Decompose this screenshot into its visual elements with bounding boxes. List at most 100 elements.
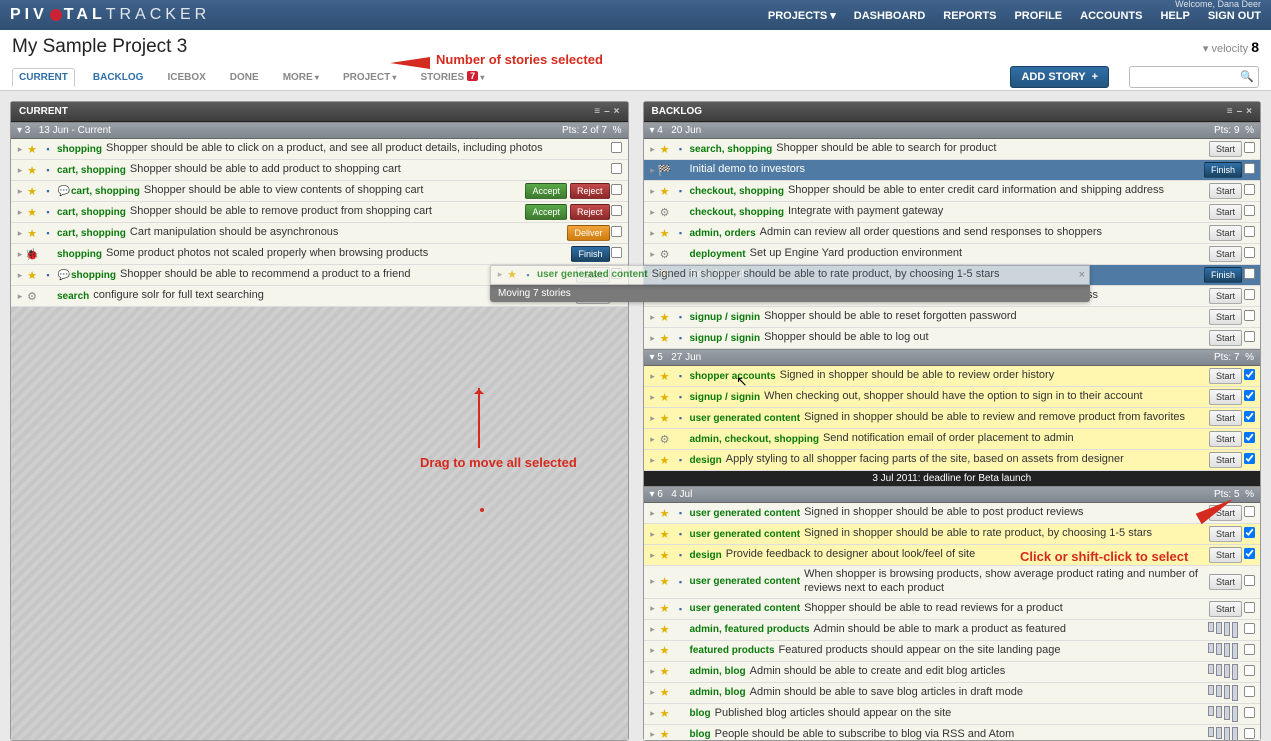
story-row[interactable]: ▸ 🏁 Initial demo to investors Finish <box>644 160 1261 181</box>
story-labels[interactable]: shopping <box>57 144 102 155</box>
story-row[interactable]: ▸ ⚙ admin, checkout, shopping Send notif… <box>644 429 1261 450</box>
tab-more[interactable]: MORE <box>277 69 325 86</box>
start-button[interactable]: Start <box>1209 505 1242 521</box>
reject-button[interactable]: Reject <box>570 204 610 220</box>
story-labels[interactable]: checkout, shopping <box>690 207 784 218</box>
select-checkbox[interactable] <box>1242 643 1256 659</box>
select-checkbox[interactable] <box>1242 505 1256 521</box>
tab-backlog[interactable]: BACKLOG <box>87 69 150 86</box>
story-labels[interactable]: featured products <box>690 645 775 656</box>
story-title[interactable]: When checking out, shopper should have t… <box>764 390 1205 404</box>
select-checkbox[interactable] <box>610 246 624 262</box>
expand-icon[interactable]: ▸ <box>648 291 658 302</box>
select-checkbox[interactable] <box>610 225 624 241</box>
story-row[interactable]: ▸ ★ ▪ signup / signin Shopper should be … <box>644 307 1261 328</box>
story-row[interactable]: ▸ 🐞 shopping Some product photos not sca… <box>11 244 628 265</box>
story-title[interactable]: configure solr for full text searching <box>93 289 572 303</box>
story-labels[interactable]: search <box>57 291 89 302</box>
nav-accounts[interactable]: ACCOUNTS <box>1080 10 1142 22</box>
story-title[interactable]: Some product photos not scaled properly … <box>106 247 567 261</box>
story-row[interactable]: ▸ ★ ▪ cart, shopping Shopper should be a… <box>11 160 628 181</box>
select-checkbox[interactable] <box>610 141 624 157</box>
start-button[interactable]: Start <box>1209 225 1242 241</box>
estimate-picker[interactable] <box>1208 622 1238 638</box>
tab-icebox[interactable]: ICEBOX <box>161 69 211 86</box>
story-title[interactable]: Shopper should be able to recommend a pr… <box>120 268 572 282</box>
story-row[interactable]: ▸ ★ ▪ 💬 cart, shopping Shopper should be… <box>11 181 628 202</box>
story-labels[interactable]: shopping <box>57 249 102 260</box>
story-row[interactable]: ▸ ★ ▪ user generated content Signed in s… <box>644 524 1261 545</box>
expand-icon[interactable]: ▸ <box>648 186 658 197</box>
story-row[interactable]: ▸ ★ ▪ shopping Shopper should be able to… <box>11 139 628 160</box>
expand-icon[interactable]: ▸ <box>648 249 658 260</box>
select-checkbox[interactable] <box>1242 288 1256 304</box>
tab-current[interactable]: CURRENT <box>12 68 75 87</box>
story-labels[interactable]: admin, blog <box>690 687 746 698</box>
expand-icon[interactable]: ▸ <box>15 249 25 260</box>
story-title[interactable]: Shopper should be able to reset forgotte… <box>764 310 1205 324</box>
expand-icon[interactable]: ▸ <box>15 165 25 176</box>
start-button[interactable]: Start <box>1209 431 1242 447</box>
story-row[interactable]: ▸ ★ admin, blog Admin should be able to … <box>644 683 1261 704</box>
select-checkbox[interactable] <box>1242 309 1256 325</box>
story-row[interactable]: ▸ ★ ▪ signup / signin Shopper should be … <box>644 328 1261 349</box>
story-title[interactable]: Admin should be able to create and edit … <box>750 665 1204 679</box>
panel-min-icon[interactable]: – <box>604 106 610 117</box>
story-title[interactable]: Beta launch <box>690 268 1200 282</box>
story-title[interactable]: Signed in shopper should be able to post… <box>804 506 1205 520</box>
story-labels[interactable]: cart, shopping <box>57 228 126 239</box>
start-button[interactable]: Start <box>1209 574 1242 590</box>
story-row[interactable]: ▸ ⚙ deployment Set up Engine Yard produc… <box>644 244 1261 265</box>
story-labels[interactable]: deployment <box>690 249 746 260</box>
select-checkbox[interactable] <box>1242 141 1256 157</box>
start-button[interactable]: Start <box>1209 452 1242 468</box>
expand-icon[interactable]: ▸ <box>648 508 658 519</box>
finish-button[interactable]: Finish <box>571 246 609 262</box>
app-logo[interactable]: PIVTALTRACKER <box>10 6 210 24</box>
story-row[interactable]: ▸ ★ ▪ cart, shopping Shopper should be a… <box>11 202 628 223</box>
story-title[interactable]: Featured products should appear on the s… <box>779 644 1204 658</box>
story-title[interactable]: Provide feedback to designer about look/… <box>726 548 1205 562</box>
expand-icon[interactable]: ▸ <box>648 270 658 281</box>
select-checkbox[interactable] <box>610 204 624 220</box>
expand-icon[interactable]: ▸ <box>15 270 25 281</box>
story-row[interactable]: ▸ ★ ▪ admin, orders Admin can review all… <box>644 223 1261 244</box>
select-checkbox[interactable] <box>1242 162 1256 178</box>
story-row[interactable]: ▸ ★ ▪ shopper accounts Signed in shopper… <box>644 366 1261 387</box>
nav-signout[interactable]: SIGN OUT <box>1208 10 1261 22</box>
panel-close-icon[interactable]: × <box>1246 106 1252 117</box>
comments-icon[interactable]: 💬 <box>57 186 71 197</box>
story-title[interactable]: Shopper should be able to read reviews f… <box>804 602 1205 616</box>
expand-icon[interactable]: ▸ <box>648 228 658 239</box>
story-labels[interactable]: admin, checkout, shopping <box>690 434 819 445</box>
story-title[interactable]: Signed in shopper should be able to revi… <box>780 369 1205 383</box>
story-title[interactable]: People should be able to subscribe to bl… <box>715 728 1204 740</box>
expand-icon[interactable]: ▸ <box>648 529 658 540</box>
story-title[interactable]: Cart manipulation should be asynchronous <box>130 226 564 240</box>
expand-icon[interactable]: ▸ <box>648 729 658 740</box>
select-checkbox[interactable] <box>1242 389 1256 405</box>
story-labels[interactable]: admin, featured products <box>690 624 810 635</box>
nav-projects[interactable]: PROJECTS ▾ <box>768 9 836 22</box>
add-story-button[interactable]: ADD STORY + <box>1010 66 1109 88</box>
expand-icon[interactable]: ▸ <box>15 207 25 218</box>
start-button[interactable]: Start <box>1209 246 1242 262</box>
expand-icon[interactable]: ▸ <box>648 645 658 656</box>
story-row[interactable]: ▸ ★ blog Published blog articles should … <box>644 704 1261 725</box>
story-title[interactable]: Apply styling to all shopper facing part… <box>726 453 1205 467</box>
start-button[interactable]: Start <box>1209 204 1242 220</box>
select-checkbox[interactable] <box>1242 526 1256 542</box>
reject-button[interactable]: Reject <box>570 183 610 199</box>
select-checkbox[interactable] <box>1242 706 1256 722</box>
panel-collapse-icon[interactable]: ≡ <box>1227 106 1233 117</box>
select-checkbox[interactable] <box>1242 685 1256 701</box>
story-labels[interactable]: user generated content <box>690 529 801 540</box>
story-title[interactable]: Shopper should be able to view contents … <box>144 184 522 198</box>
start-button[interactable]: Start <box>576 267 609 283</box>
expand-icon[interactable]: ▸ <box>15 186 25 197</box>
expand-icon[interactable]: ▸ <box>648 312 658 323</box>
story-row[interactable]: ▸ ★ ▪ checkout, shopping Shopper should … <box>644 181 1261 202</box>
panel-min-icon[interactable]: – <box>1237 106 1243 117</box>
story-title[interactable]: Shopper should be able to enter credit c… <box>788 184 1205 198</box>
select-checkbox[interactable] <box>610 288 624 304</box>
